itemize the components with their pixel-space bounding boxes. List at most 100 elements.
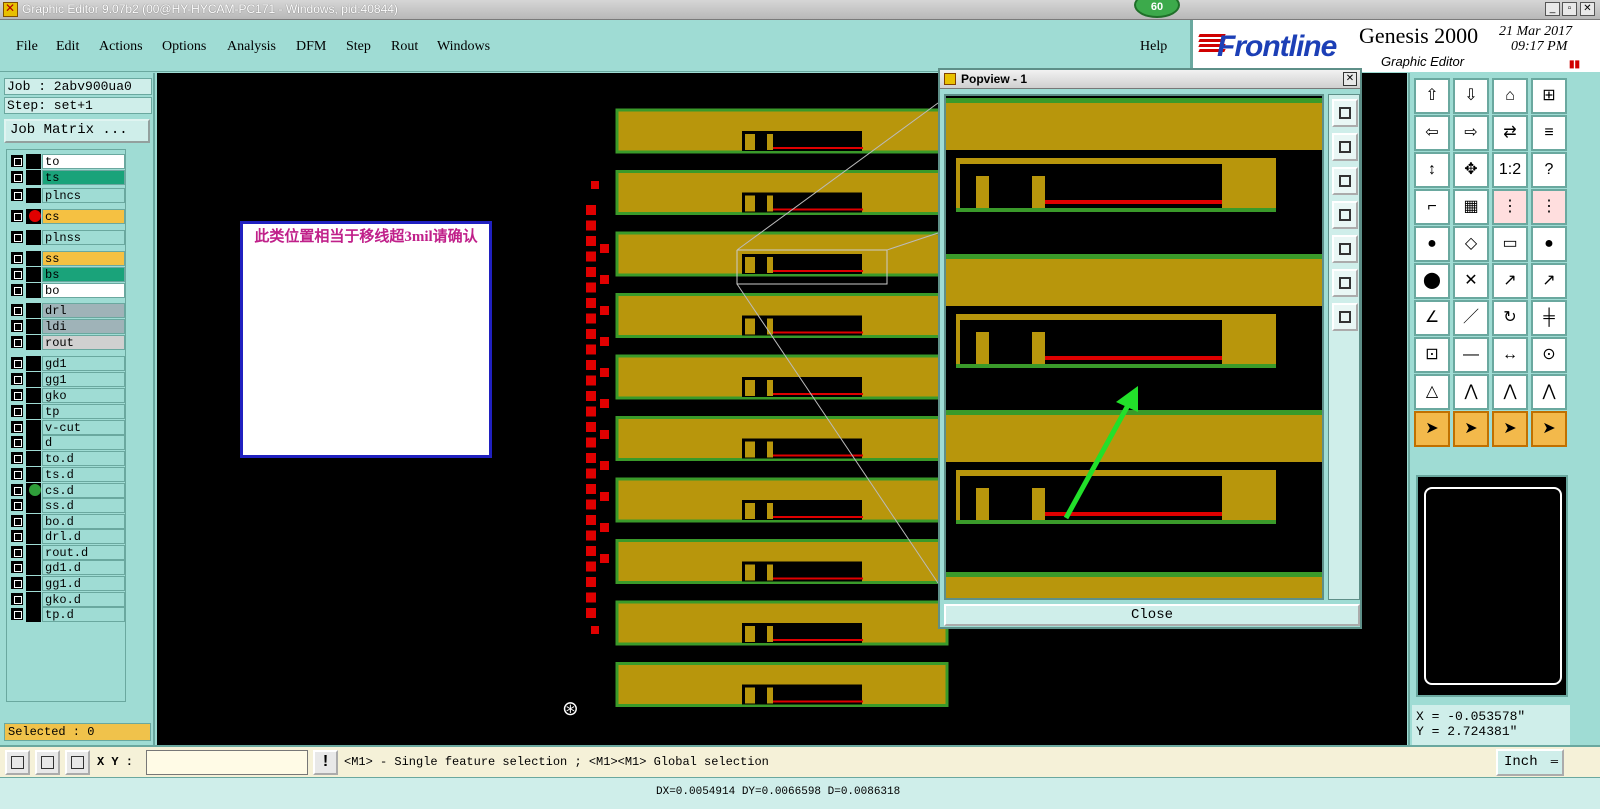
select-box-icon[interactable]: ➤ xyxy=(1453,411,1489,447)
layer-checkbox[interactable] xyxy=(11,357,23,369)
layer-row-ts-d[interactable]: ts.d xyxy=(9,467,125,482)
measure-icon[interactable]: ▭ xyxy=(1492,226,1528,262)
help-icon[interactable]: ? xyxy=(1531,152,1567,188)
layer-name[interactable]: tp xyxy=(42,404,125,419)
arc-a-icon[interactable]: ⋀ xyxy=(1453,374,1489,410)
layer-row-rout-d[interactable]: rout.d xyxy=(9,545,125,560)
layer-name[interactable]: gko.d xyxy=(42,592,125,607)
layer-name[interactable]: gd1 xyxy=(42,356,125,371)
popview-close-x-icon[interactable]: ✕ xyxy=(1343,72,1357,86)
popview-pan-up-icon[interactable] xyxy=(1332,133,1358,161)
layer-name[interactable]: cs.d xyxy=(42,483,125,498)
scale-1-2-icon[interactable]: 1:2 xyxy=(1492,152,1528,188)
layer-checkbox[interactable] xyxy=(11,515,23,527)
layer-name[interactable]: rout xyxy=(42,335,125,350)
layer-row-gg1[interactable]: gg1 xyxy=(9,372,125,387)
popview-zoom-in-icon[interactable] xyxy=(1332,269,1358,297)
fit-vertical-icon[interactable]: ↕ xyxy=(1414,152,1450,188)
layer-name[interactable]: rout.d xyxy=(42,545,125,560)
select-rect-icon[interactable]: ◇ xyxy=(1453,226,1489,262)
maximize-button[interactable]: ▫ xyxy=(1562,2,1577,16)
layer-checkbox[interactable] xyxy=(11,304,23,316)
layer-checkbox[interactable] xyxy=(11,231,23,243)
layer-name[interactable]: ss.d xyxy=(42,498,125,513)
layer-name[interactable]: gko xyxy=(42,388,125,403)
layer-checkbox[interactable] xyxy=(11,252,23,264)
menu-actions[interactable]: Actions xyxy=(99,39,143,55)
layer-name[interactable]: drl xyxy=(42,303,125,318)
layer-name[interactable]: bs xyxy=(42,267,125,282)
layer-checkbox[interactable] xyxy=(11,468,23,480)
grid-mode-icon[interactable] xyxy=(65,750,90,775)
layer-checkbox[interactable] xyxy=(11,546,23,558)
layer-row-to-d[interactable]: to.d xyxy=(9,451,125,466)
layer-checkbox[interactable] xyxy=(11,484,23,496)
fit-all-icon[interactable]: ✥ xyxy=(1453,152,1489,188)
layer-row-to[interactable]: to xyxy=(9,154,125,169)
menu-file[interactable]: File xyxy=(16,39,38,55)
zoom-home-icon[interactable]: ⇧ xyxy=(1414,78,1450,114)
arc-up-icon[interactable]: △ xyxy=(1414,374,1450,410)
overview-window[interactable] xyxy=(1416,475,1568,697)
grid-view-icon[interactable]: ⊞ xyxy=(1531,78,1567,114)
layer-row-gko-d[interactable]: gko.d xyxy=(9,592,125,607)
layer-row-ldi[interactable]: ldi xyxy=(9,319,125,334)
stretch-icon[interactable]: ↔ xyxy=(1492,337,1528,373)
popview-pan-right-icon[interactable] xyxy=(1332,235,1358,263)
layer-row-bo[interactable]: bo xyxy=(9,283,125,298)
layer-row-tp-d[interactable]: tp.d xyxy=(9,607,125,622)
layer-checkbox[interactable] xyxy=(11,268,23,280)
layer-checkbox[interactable] xyxy=(11,405,23,417)
arc-c-icon[interactable]: ⋀ xyxy=(1531,374,1567,410)
layer-checkbox[interactable] xyxy=(11,530,23,542)
layer-row-bs[interactable]: bs xyxy=(9,267,125,282)
layer-row-plnss[interactable]: plnss xyxy=(9,230,125,245)
layer-name[interactable]: bo xyxy=(42,283,125,298)
diagonal-icon[interactable]: ／ xyxy=(1453,300,1489,336)
layer-name[interactable]: gg1 xyxy=(42,372,125,387)
menu-windows[interactable]: Windows xyxy=(437,39,490,55)
layer-checkbox[interactable] xyxy=(11,593,23,605)
layer-checkbox[interactable] xyxy=(11,171,23,183)
select-pointer-icon[interactable]: ➤ xyxy=(1414,411,1450,447)
save-view-icon[interactable]: ⇩ xyxy=(1453,78,1489,114)
layer-checkbox[interactable] xyxy=(11,452,23,464)
layer-checkbox[interactable] xyxy=(11,284,23,296)
popview-zoom-out-icon[interactable] xyxy=(1332,303,1358,331)
layer-checkbox[interactable] xyxy=(11,155,23,167)
layer-checkbox[interactable] xyxy=(11,421,23,433)
layer-checkbox[interactable] xyxy=(11,436,23,448)
layer-name[interactable]: ss xyxy=(42,251,125,266)
select-area-icon[interactable]: ➤ xyxy=(1492,411,1528,447)
pan-right-icon[interactable]: ⇨ xyxy=(1453,115,1489,151)
connect-red-2-icon[interactable]: ⋮ xyxy=(1531,189,1567,225)
popview-pan-down-icon[interactable] xyxy=(1332,167,1358,195)
layer-row-plncs[interactable]: plncs xyxy=(9,188,125,203)
layer-checkbox[interactable] xyxy=(11,320,23,332)
menu-options[interactable]: Options xyxy=(162,39,206,55)
layer-row-ss[interactable]: ss xyxy=(9,251,125,266)
layer-name[interactable]: cs xyxy=(42,209,125,224)
menu-rout[interactable]: Rout xyxy=(391,39,418,55)
layer-row-tp[interactable]: tp xyxy=(9,404,125,419)
layer-name[interactable]: plnss xyxy=(42,230,125,245)
group-icon[interactable]: ⊙ xyxy=(1531,337,1567,373)
job-matrix-button[interactable]: Job Matrix ... xyxy=(4,119,150,143)
popview-close-button[interactable]: Close xyxy=(944,604,1360,626)
net-link-icon[interactable]: ⬤ xyxy=(1414,263,1450,299)
measure-mode-icon[interactable] xyxy=(35,750,60,775)
menu-help[interactable]: Help xyxy=(1140,39,1167,55)
layer-name[interactable]: gd1.d xyxy=(42,560,125,575)
layer-checkbox[interactable] xyxy=(11,210,23,222)
layer-name[interactable]: to.d xyxy=(42,451,125,466)
line-red-icon[interactable]: ↗ xyxy=(1492,263,1528,299)
rotate-icon[interactable]: ↻ xyxy=(1492,300,1528,336)
home-icon[interactable]: ⌂ xyxy=(1492,78,1528,114)
angle-icon[interactable]: ∠ xyxy=(1414,300,1450,336)
layer-name[interactable]: plncs xyxy=(42,188,125,203)
layer-checkbox[interactable] xyxy=(11,189,23,201)
layer-checkbox[interactable] xyxy=(11,608,23,620)
layer-name[interactable]: v-cut xyxy=(42,420,125,435)
layer-checkbox[interactable] xyxy=(11,336,23,348)
layer-row-cs[interactable]: cs xyxy=(9,209,125,224)
